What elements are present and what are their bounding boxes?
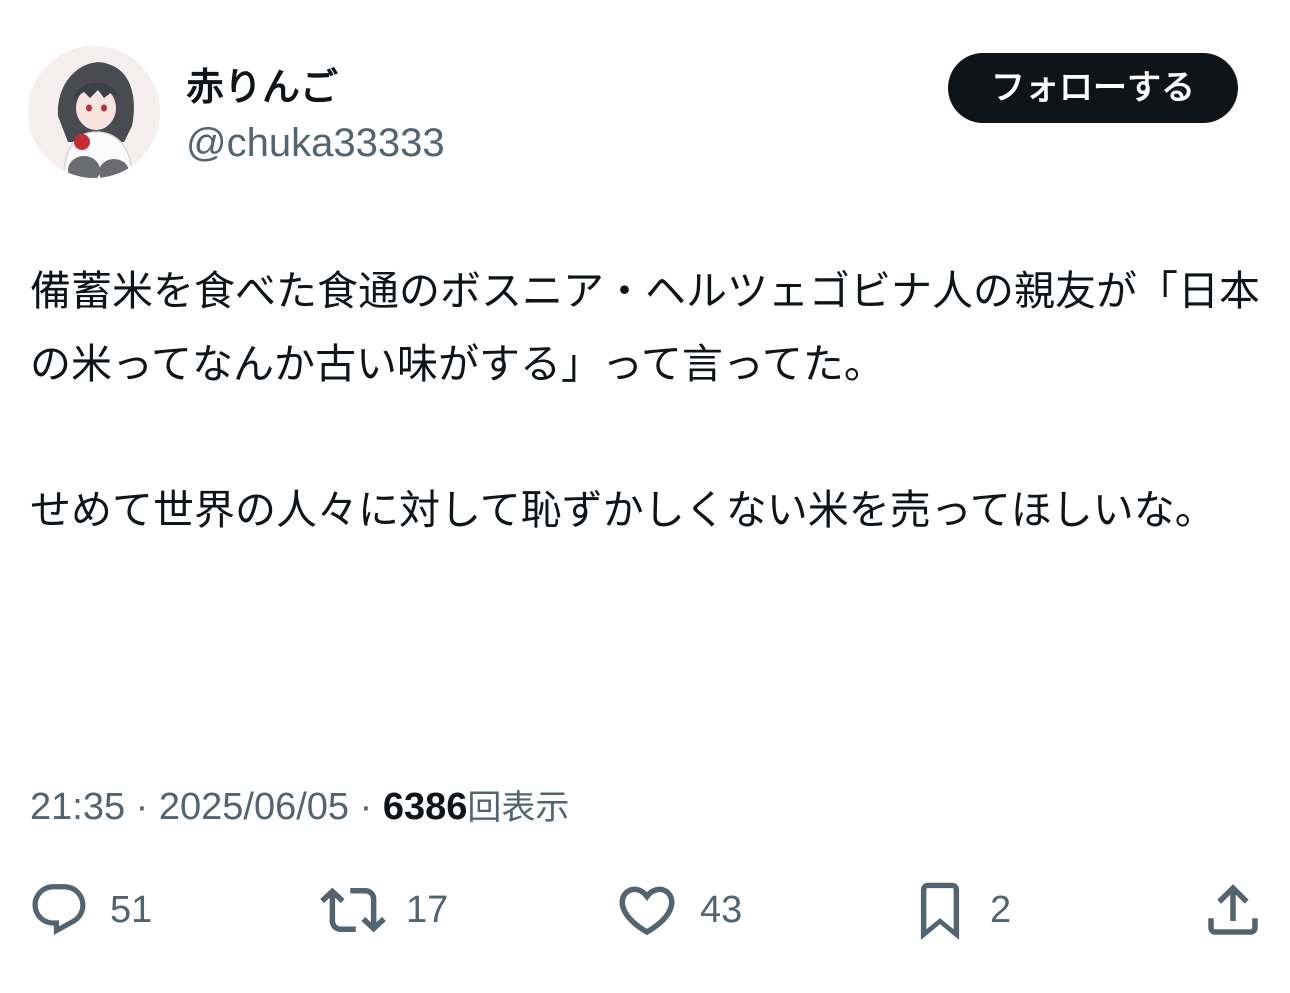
views-count: 6386 bbox=[382, 786, 468, 828]
user-handle[interactable]: @chuka33333 bbox=[186, 118, 445, 168]
bookmark-button[interactable]: 2 bbox=[910, 870, 1011, 950]
tweet-text: 備蓄米を食べた食通のボスニア・ヘルツェゴビナ人の親友が「日本の米ってなんか古い味… bbox=[30, 255, 1265, 547]
action-bar: 51 17 43 2 bbox=[0, 870, 1290, 950]
like-count: 43 bbox=[700, 888, 743, 931]
retweet-button[interactable]: 17 bbox=[320, 870, 448, 950]
meta-separator: · bbox=[349, 786, 383, 828]
reply-button[interactable]: 51 bbox=[28, 870, 152, 950]
like-button[interactable]: 43 bbox=[614, 870, 742, 950]
retweet-icon bbox=[320, 887, 386, 933]
tweet-time[interactable]: 21:35 bbox=[30, 786, 125, 828]
tweet-date[interactable]: 2025/06/05 bbox=[159, 786, 349, 828]
meta-separator: · bbox=[125, 786, 159, 828]
retweet-count: 17 bbox=[406, 888, 449, 931]
reply-count: 51 bbox=[110, 888, 153, 931]
bookmark-icon bbox=[920, 882, 960, 940]
follow-button[interactable]: フォローする bbox=[948, 53, 1238, 123]
avatar[interactable] bbox=[28, 46, 160, 178]
tweet-meta: 21:35 · 2025/06/05 · 6386回表示 bbox=[30, 782, 569, 833]
views-label: 回表示 bbox=[467, 788, 570, 828]
tweet-paragraph: 備蓄米を食べた食通のボスニア・ヘルツェゴビナ人の親友が「日本の米ってなんか古い味… bbox=[30, 267, 1260, 388]
bookmark-count: 2 bbox=[990, 888, 1012, 931]
share-button[interactable] bbox=[1200, 870, 1266, 950]
display-name[interactable]: 赤りんご bbox=[186, 62, 338, 112]
tweet-paragraph: せめて世界の人々に対して恥ずかしくない米を売ってほしいな。 bbox=[30, 486, 1216, 534]
tweet-header: 赤りんご @chuka33333 フォローする bbox=[0, 0, 1290, 200]
share-icon bbox=[1208, 884, 1258, 935]
avatar-illustration bbox=[28, 46, 160, 178]
heart-icon bbox=[619, 886, 675, 936]
reply-icon bbox=[32, 884, 86, 936]
